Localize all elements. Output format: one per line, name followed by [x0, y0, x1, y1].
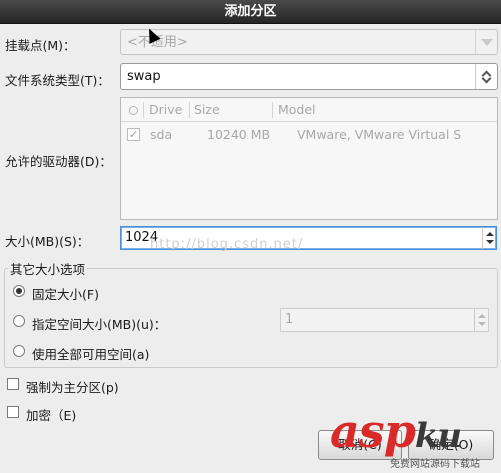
up-to-radio[interactable] — [13, 315, 25, 327]
select-column-icon — [129, 106, 138, 115]
fill-max-radio[interactable] — [13, 345, 25, 357]
fixed-size-label: 固定大小(F) — [32, 287, 99, 302]
drive-model: VMware, VMware Virtual S — [297, 127, 462, 142]
column-drive: Drive — [149, 102, 183, 117]
fs-type-label: 文件系统类型(T)： — [5, 73, 110, 88]
window-title: 添加分区 — [224, 4, 277, 19]
watermark: http://blog.csdn.net/ — [150, 237, 304, 252]
drive-checkbox: ✓ — [127, 128, 140, 141]
fixed-size-radio[interactable] — [13, 285, 25, 297]
drives-header: Drive Size Model — [121, 98, 497, 122]
force-primary-label: 强制为主分区(p) — [26, 380, 119, 395]
size-spinner-icon[interactable] — [482, 227, 496, 249]
mount-point-label: 挂载点(M)： — [5, 38, 76, 53]
brand-subtitle: 免费网站源码下载站 — [390, 459, 480, 470]
fs-type-combo[interactable]: swap — [120, 63, 498, 90]
up-to-label: 指定空间大小(MB)(u)： — [32, 317, 167, 332]
drive-name: sda — [150, 127, 173, 142]
window-titlebar: 添加分区 — [0, 0, 501, 24]
up-to-spinner-icon — [474, 309, 488, 331]
column-size: Size — [194, 102, 220, 117]
encrypt-checkbox[interactable] — [7, 406, 19, 418]
mount-point-combo: <不适用> — [120, 29, 498, 55]
encrypt-label: 加密（E) — [26, 408, 77, 423]
column-model: Model — [278, 102, 316, 117]
dropdown-arrow-icon — [475, 30, 497, 54]
size-label: 大小(MB)(S)： — [5, 234, 90, 249]
updown-icon — [475, 64, 497, 89]
fs-type-value: swap — [127, 69, 161, 84]
other-options-title: 其它大小选项 — [8, 259, 88, 278]
brand-logo: aspku — [330, 404, 462, 458]
up-to-value: 1 — [285, 312, 294, 327]
up-to-input: 1 — [280, 308, 489, 332]
drives-label: 允许的驱动器(D)： — [5, 154, 112, 169]
force-primary-checkbox[interactable] — [7, 378, 19, 390]
fill-max-label: 使用全部可用空间(a) — [32, 347, 150, 362]
drive-size: 10240 MB — [207, 127, 271, 142]
drives-list: Drive Size Model ✓ sda 10240 MB VMware, … — [120, 97, 498, 220]
